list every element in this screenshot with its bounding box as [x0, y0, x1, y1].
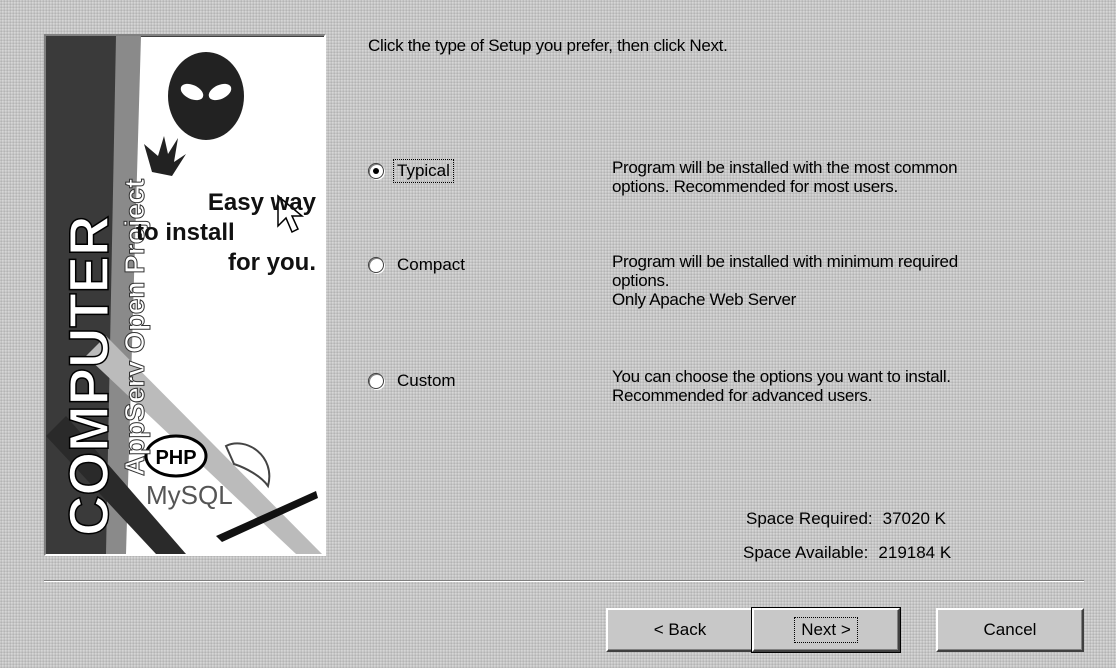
desc-custom: You can choose the options you want to i… [612, 367, 951, 405]
radio-custom[interactable]: Custom [368, 370, 459, 392]
radio-typical[interactable]: Typical [368, 159, 454, 183]
instruction-text: Click the type of Setup you prefer, then… [368, 36, 728, 55]
space-required: Space Required: 37020 K [746, 509, 946, 529]
banner-mysql-label: MySQL [146, 480, 233, 510]
desc-line: You can choose the options you want to i… [612, 367, 951, 386]
banner-slogan-line2: to install [136, 219, 235, 246]
desc-line: Recommended for advanced users. [612, 386, 873, 405]
banner-logo-text: COMPUTER [57, 216, 120, 536]
radio-label-custom[interactable]: Custom [394, 370, 459, 392]
desc-line: Program will be installed with minimum r… [612, 252, 958, 271]
cancel-button-label: Cancel [983, 620, 1037, 639]
space-required-label: Space Required: [746, 509, 873, 528]
next-button-label: Next > [794, 617, 858, 643]
setup-banner-image: COMPUTER AppServ Open Project Easy way t… [44, 34, 326, 556]
space-available: Space Available: 219184 K [743, 543, 951, 563]
banner-php-label: PHP [155, 447, 196, 469]
banner-slogan-line1: Easy way [208, 189, 317, 216]
back-button[interactable]: < Back [606, 608, 754, 652]
back-button-label: < Back [653, 620, 707, 639]
radio-label-typical[interactable]: Typical [393, 159, 454, 183]
radio-button-typical[interactable] [368, 163, 384, 179]
radio-label-compact[interactable]: Compact [394, 254, 468, 276]
desc-compact: Program will be installed with minimum r… [612, 252, 958, 309]
radio-button-custom[interactable] [368, 373, 384, 389]
space-available-label: Space Available: [743, 543, 869, 562]
desc-line: Only Apache Web Server [612, 290, 796, 309]
space-required-value: 37020 K [882, 509, 946, 528]
radio-compact[interactable]: Compact [368, 254, 468, 276]
space-available-value: 219184 K [878, 543, 952, 562]
next-button[interactable]: Next > [751, 607, 901, 653]
banner-slogan-line3: for you. [228, 249, 316, 276]
desc-typical: Program will be installed with the most … [612, 158, 958, 196]
desc-line: options. [612, 271, 670, 290]
radio-button-compact[interactable] [368, 257, 384, 273]
desc-line: options. Recommended for most users. [612, 177, 898, 196]
cancel-button[interactable]: Cancel [936, 608, 1084, 652]
separator [44, 580, 1084, 582]
desc-line: Program will be installed with the most … [612, 158, 958, 177]
